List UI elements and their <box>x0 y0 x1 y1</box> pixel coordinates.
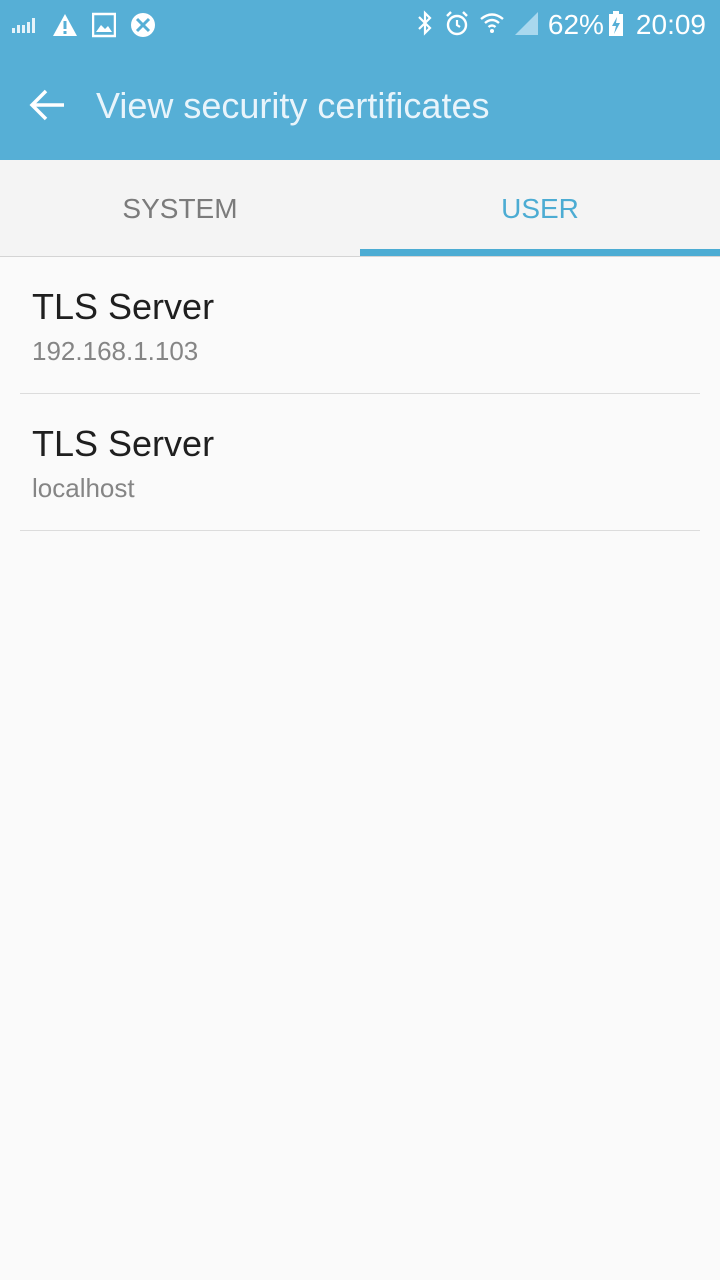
app-bar: View security certificates <box>0 50 720 160</box>
list-item[interactable]: TLS Server 192.168.1.103 <box>20 257 700 394</box>
wifi-icon <box>478 8 506 43</box>
tab-selected-indicator <box>360 249 720 256</box>
image-icon <box>91 11 117 39</box>
signal-bars-icon <box>12 11 38 39</box>
certificate-host: localhost <box>32 473 135 503</box>
certificate-name: TLS Server <box>32 286 215 327</box>
back-button[interactable] <box>22 79 74 131</box>
tab-user[interactable]: USER <box>360 160 720 257</box>
certificate-list: TLS Server 192.168.1.103 TLS Server loca… <box>0 257 720 531</box>
certificate-name: TLS Server <box>32 423 215 464</box>
blocked-icon <box>130 11 156 39</box>
page-title: View security certificates <box>96 85 490 126</box>
warning-icon <box>52 11 78 39</box>
battery-percent: 62% <box>547 9 604 40</box>
tab-system[interactable]: SYSTEM <box>0 160 360 257</box>
alarm-icon <box>444 8 470 43</box>
bluetooth-icon <box>414 8 436 43</box>
certificate-host: 192.168.1.103 <box>32 336 199 366</box>
status-bar: 62% 20:09 <box>0 0 720 50</box>
battery-charging-icon <box>608 8 624 43</box>
clock: 20:09 <box>635 9 706 40</box>
tab-bar: SYSTEM USER <box>0 160 720 257</box>
cell-signal-icon <box>514 8 540 43</box>
list-item[interactable]: TLS Server localhost <box>20 394 700 531</box>
arrow-left-icon <box>22 89 74 135</box>
